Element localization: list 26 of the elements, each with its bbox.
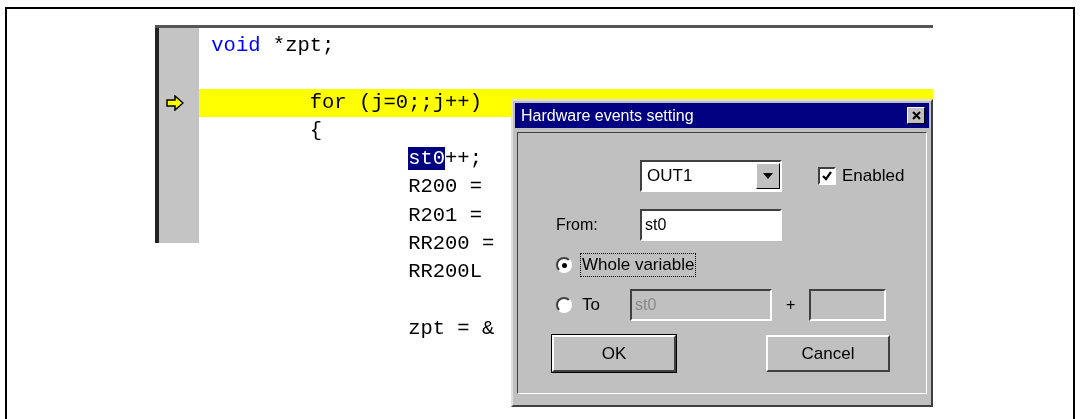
code-line: RR200L — [408, 260, 482, 284]
enabled-label: Enabled — [842, 166, 905, 186]
caret-icon — [763, 173, 773, 179]
plus-sign: + — [785, 296, 796, 314]
radio-button[interactable] — [556, 257, 572, 273]
code-line: RR200 = — [408, 232, 495, 256]
dialog-button[interactable]: OK — [552, 335, 676, 372]
dialog-button[interactable]: Cancel — [766, 335, 890, 372]
code-line: zpt = & — [408, 316, 495, 340]
check-icon — [821, 170, 833, 182]
code-line: for (j=0;;j++) — [309, 90, 482, 114]
code-line: R201 = — [408, 203, 482, 227]
dialog-title: Hardware events setting — [521, 106, 694, 125]
enabled-checkbox[interactable] — [818, 167, 836, 185]
close-button[interactable] — [907, 107, 925, 124]
event-dropdown[interactable]: OUT1 — [640, 160, 782, 192]
from-field[interactable]: st0 — [640, 209, 782, 241]
arrow-icon — [166, 94, 184, 111]
code-line: R200 = — [408, 175, 482, 199]
radio-label: To — [581, 294, 601, 316]
radio-label: Whole variable — [580, 253, 697, 277]
close-icon — [911, 111, 921, 120]
from-label: From: — [556, 216, 599, 234]
radio-button[interactable] — [556, 297, 572, 313]
code-line: void *zpt; — [211, 34, 335, 57]
code-line: { — [309, 118, 323, 142]
